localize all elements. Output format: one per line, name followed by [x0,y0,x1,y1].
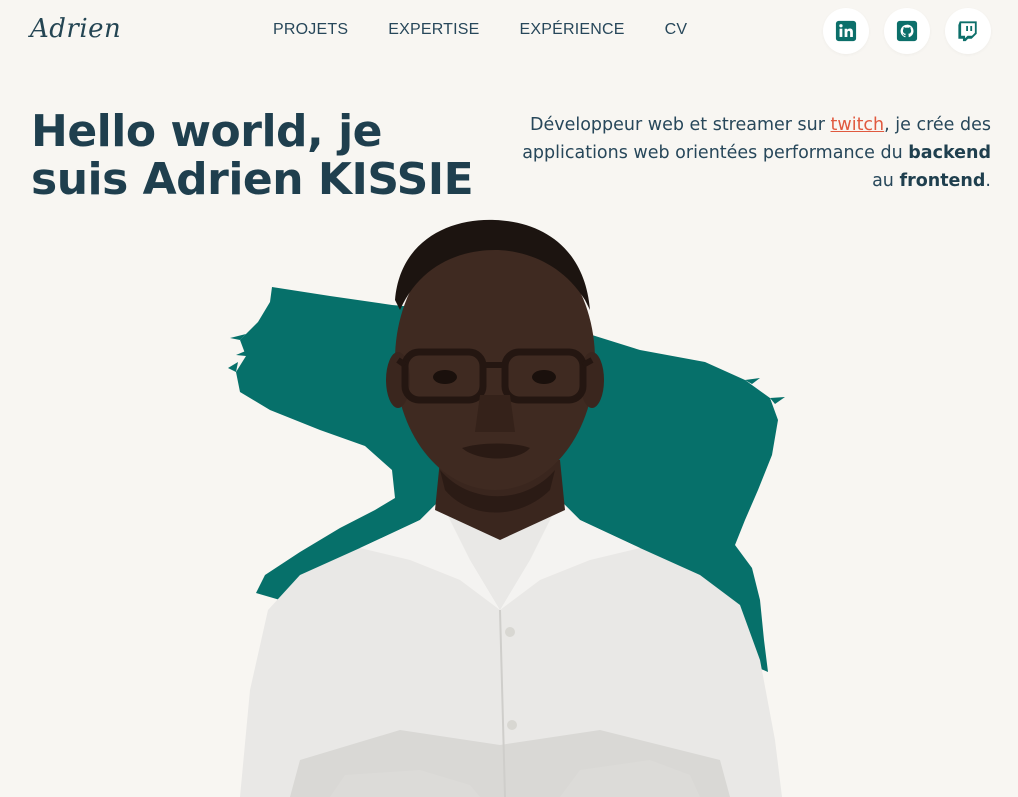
intro-part3: au [872,171,900,191]
nav-link-expertise[interactable]: EXPERTISE [388,21,479,39]
nav-link-projets[interactable]: PROJETS [273,21,348,39]
intro-text: Développeur web et streamer sur twitch, … [521,111,991,195]
nav-link-cv[interactable]: CV [665,21,688,39]
social-links [823,8,991,54]
site-header: Adrien PROJETS EXPERTISE EXPÉRIENCE CV [0,0,1018,64]
nav-link-experience[interactable]: EXPÉRIENCE [520,21,625,39]
twitch-button[interactable] [945,8,991,54]
intro-part4: . [985,171,991,191]
logo-link[interactable]: Adrien [30,14,121,44]
main-nav: PROJETS EXPERTISE EXPÉRIENCE CV [273,21,687,39]
portrait-illustration [228,219,785,797]
hero-title-line2: suis Adrien KISSIE [31,154,474,205]
twitch-link[interactable]: twitch [831,115,885,135]
linkedin-icon [835,20,857,42]
hero-title-line1: Hello world, je [31,106,383,157]
github-icon [896,20,918,42]
twitch-icon [958,21,977,42]
github-button[interactable] [884,8,930,54]
page: Adrien PROJETS EXPERTISE EXPÉRIENCE CV H… [0,0,1018,797]
intro-frontend: frontend [899,171,986,191]
linkedin-button[interactable] [823,8,869,54]
intro-backend: backend [908,143,991,163]
intro-part1: Développeur web et streamer sur [530,115,831,135]
hero-title: Hello world, je suis Adrien KISSIE [31,108,511,204]
